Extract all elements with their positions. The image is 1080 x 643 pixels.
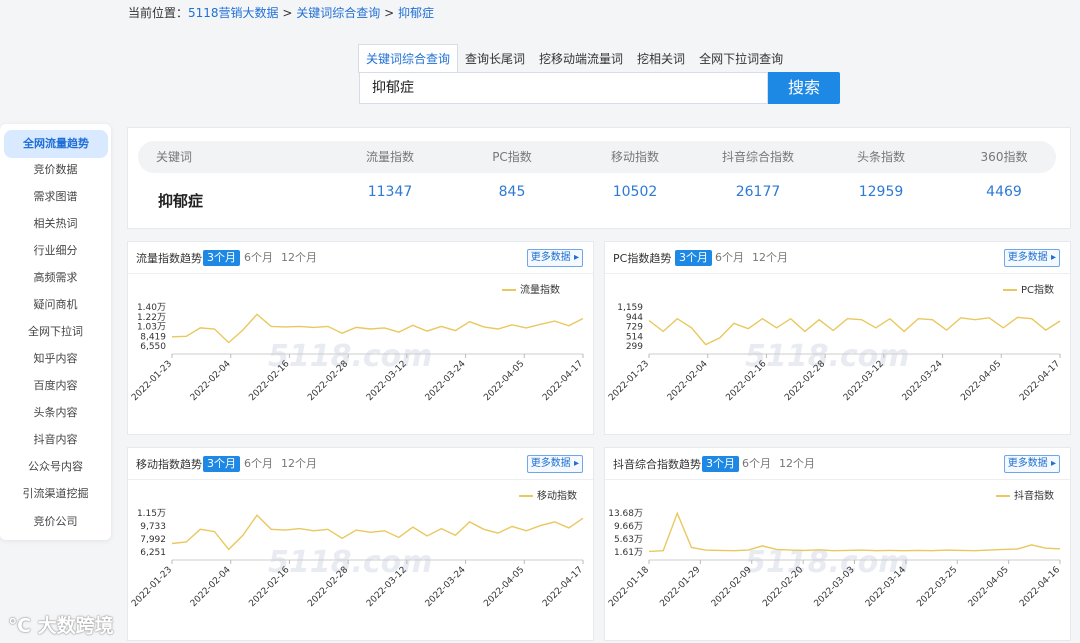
tab-mobile-traffic[interactable]: 挖移动端流量词 — [532, 44, 630, 72]
header-pc-index: PC指数 — [492, 150, 532, 164]
sidebar-item-traffic-trend[interactable]: 全网流量趋势 — [4, 130, 108, 158]
y-tick-label: 514 — [626, 332, 643, 342]
breadcrumb-item-home[interactable]: 5118营销大数据 — [188, 6, 279, 20]
sidebar-item-bid-companies[interactable]: 竞价公司 — [0, 514, 111, 530]
table-header: 关键词 流量指数 PC指数 移动指数 抖音综合指数 头条指数 360指数 — [138, 141, 1056, 173]
pc-index-chart: 5118.com 1,159944729514299 2022-01-23 2022-… — [607, 303, 1062, 403]
traffic-index-chart-panel: 流量指数趋势 3个月 6个月 12个月 更多数据 ▸ 流量指数 5118.com… — [127, 241, 594, 435]
sidebar-item-frequent-needs[interactable]: 高频需求 — [0, 270, 111, 286]
y-tick-label: 6,251 — [140, 548, 166, 558]
x-tick-label: 2022-01-23 — [130, 565, 174, 609]
sidebar-item-industry[interactable]: 行业细分 — [0, 243, 111, 259]
corner-logo-text: 大数跨境 — [37, 615, 114, 637]
x-tick-label: 2022-01-29 — [658, 565, 702, 609]
watermark: 5118.com — [745, 339, 910, 374]
breadcrumb-separator: > — [278, 6, 297, 20]
pc-index-chart-panel: PC指数趋势 3个月 6个月 12个月 更多数据 ▸ PC指数 5118.com… — [604, 241, 1071, 435]
x-tick-label: 2022-04-05 — [959, 359, 1003, 403]
y-tick-label: 1.15万 — [137, 509, 166, 519]
breadcrumb: 当前位置：5118营销大数据 > 关键词综合查询 > 抑郁症 — [128, 4, 434, 21]
sidebar-item-zhihu[interactable]: 知乎内容 — [0, 351, 111, 367]
y-tick-label: 5.63万 — [614, 535, 643, 545]
y-tick-label: 1,159 — [617, 303, 643, 313]
watermark: 5118.com — [268, 545, 433, 580]
corner-logo: ℃ 大数跨境 — [8, 611, 114, 638]
x-tick-label: 2022-01-23 — [607, 359, 651, 403]
watermark: 5118.com — [268, 339, 433, 374]
y-tick-label: 1.22万 — [137, 313, 166, 323]
x-tick-label: 2022-01-18 — [607, 565, 651, 609]
sidebar-item-toutiao[interactable]: 头条内容 — [0, 405, 111, 421]
tab-longtail[interactable]: 查询长尾词 — [458, 44, 532, 72]
tab-related[interactable]: 挖相关词 — [630, 44, 692, 72]
x-tick-label: 2022-02-04 — [189, 565, 233, 609]
header-mobile-index: 移动指数 — [610, 150, 659, 164]
search-tabs: 关键词综合查询 查询长尾词 挖移动端流量词 挖相关词 全网下拉词查询 — [358, 44, 790, 73]
x-tick-label: 2022-02-04 — [666, 359, 710, 403]
douyin-index-chart-panel: 抖音综合指数趋势 3个月 6个月 12个月 更多数据 ▸ 抖音指数 5118.c… — [604, 447, 1071, 641]
sidebar-item-hot-words[interactable]: 相关热词 — [0, 216, 111, 232]
tab-dropdown-words[interactable]: 全网下拉词查询 — [692, 44, 790, 72]
tab-keyword-query[interactable]: 关键词综合查询 — [358, 44, 459, 73]
mobile-index-chart-panel: 移动指数趋势 3个月 6个月 12个月 更多数据 ▸ 移动指数 5118.com… — [127, 447, 594, 641]
value-douyin-index[interactable]: 26177 — [708, 184, 808, 200]
y-tick-label: 729 — [626, 323, 643, 333]
x-tick-label: 2022-04-17 — [541, 565, 585, 609]
sidebar-item-demand-map[interactable]: 需求图谱 — [0, 189, 111, 205]
sidebar-item-douyin[interactable]: 抖音内容 — [0, 432, 111, 448]
value-360-index[interactable]: 4469 — [964, 184, 1044, 200]
logo-mark-icon: ℃ — [8, 615, 32, 637]
value-traffic-index[interactable]: 11347 — [350, 184, 430, 200]
header-keyword: 关键词 — [156, 150, 193, 164]
x-tick-label: 2022-04-05 — [967, 565, 1011, 609]
search-button[interactable]: 搜索 — [768, 72, 840, 104]
sidebar-item-wechat[interactable]: 公众号内容 — [0, 459, 111, 475]
mobile-index-chart: 5118.com 1.15万 9,733 7,992 6,251 2022-01-23 20… — [130, 509, 585, 609]
traffic-index-chart: 5118.com 1.40万1.22万1.03万8,4196,550 2022-01… — [130, 303, 585, 403]
sidebar: 全网流量趋势 竞价数据 需求图谱 相关热词 行业细分 高频需求 疑问商机 全网下… — [0, 124, 111, 540]
breadcrumb-item-current[interactable]: 抑郁症 — [398, 6, 434, 20]
x-tick-label: 2022-04-16 — [1018, 565, 1062, 609]
sidebar-item-question-opps[interactable]: 疑问商机 — [0, 297, 111, 313]
y-tick-label: 1.03万 — [137, 323, 166, 333]
y-tick-label: 7,992 — [140, 535, 166, 545]
y-tick-label: 9.66万 — [614, 522, 643, 532]
value-toutiao-index[interactable]: 12959 — [841, 184, 921, 200]
y-tick-label: 9,733 — [140, 522, 166, 532]
keyword-cell: 抑郁症 — [158, 192, 204, 210]
header-douyin-index: 抖音综合指数 — [721, 150, 794, 164]
x-tick-label: 2022-01-23 — [130, 359, 174, 403]
x-tick-label: 2022-04-05 — [482, 359, 526, 403]
header-traffic-index: 流量指数 — [365, 150, 414, 164]
header-360-index: 360指数 — [980, 150, 1028, 164]
value-mobile-index[interactable]: 10502 — [595, 184, 675, 200]
x-tick-label: 2022-02-09 — [710, 565, 754, 609]
value-pc-index[interactable]: 845 — [472, 184, 552, 200]
sidebar-item-traffic-channels[interactable]: 引流渠道挖掘 — [0, 486, 111, 502]
header-toutiao-index: 头条指数 — [856, 150, 905, 164]
sidebar-item-baidu[interactable]: 百度内容 — [0, 378, 111, 394]
x-tick-label: 2022-02-04 — [189, 359, 233, 403]
search-input[interactable]: 抑郁症 — [359, 72, 768, 104]
x-tick-label: 2022-04-05 — [482, 565, 526, 609]
y-tick-label: 1.61万 — [614, 548, 643, 558]
y-tick-label: 1.40万 — [137, 303, 166, 313]
y-tick-label: 944 — [626, 313, 643, 323]
y-tick-label: 299 — [626, 342, 643, 352]
y-tick-label: 6,550 — [140, 342, 166, 352]
douyin-index-chart: 5118.com13.68万9.66万5.63万1.61万2022-01-18 2… — [607, 509, 1062, 609]
sidebar-item-bid-data[interactable]: 竞价数据 — [0, 162, 111, 178]
y-tick-label: 13.68万 — [608, 509, 643, 519]
x-tick-label: 2022-04-17 — [541, 359, 585, 403]
x-tick-label: 2022-04-17 — [1018, 359, 1062, 403]
breadcrumb-item-query[interactable]: 关键词综合查询 — [296, 6, 380, 20]
keyword-index-table: 关键词 流量指数 PC指数 移动指数 抖音综合指数 头条指数 360指数 抑郁症… — [127, 127, 1071, 229]
breadcrumb-prefix: 当前位置： — [128, 6, 189, 20]
breadcrumb-separator: > — [380, 6, 398, 20]
x-tick-label: 2022-03-25 — [915, 565, 959, 609]
y-tick-label: 8,419 — [140, 332, 166, 342]
sidebar-item-dropdown-words[interactable]: 全网下拉词 — [0, 324, 111, 340]
